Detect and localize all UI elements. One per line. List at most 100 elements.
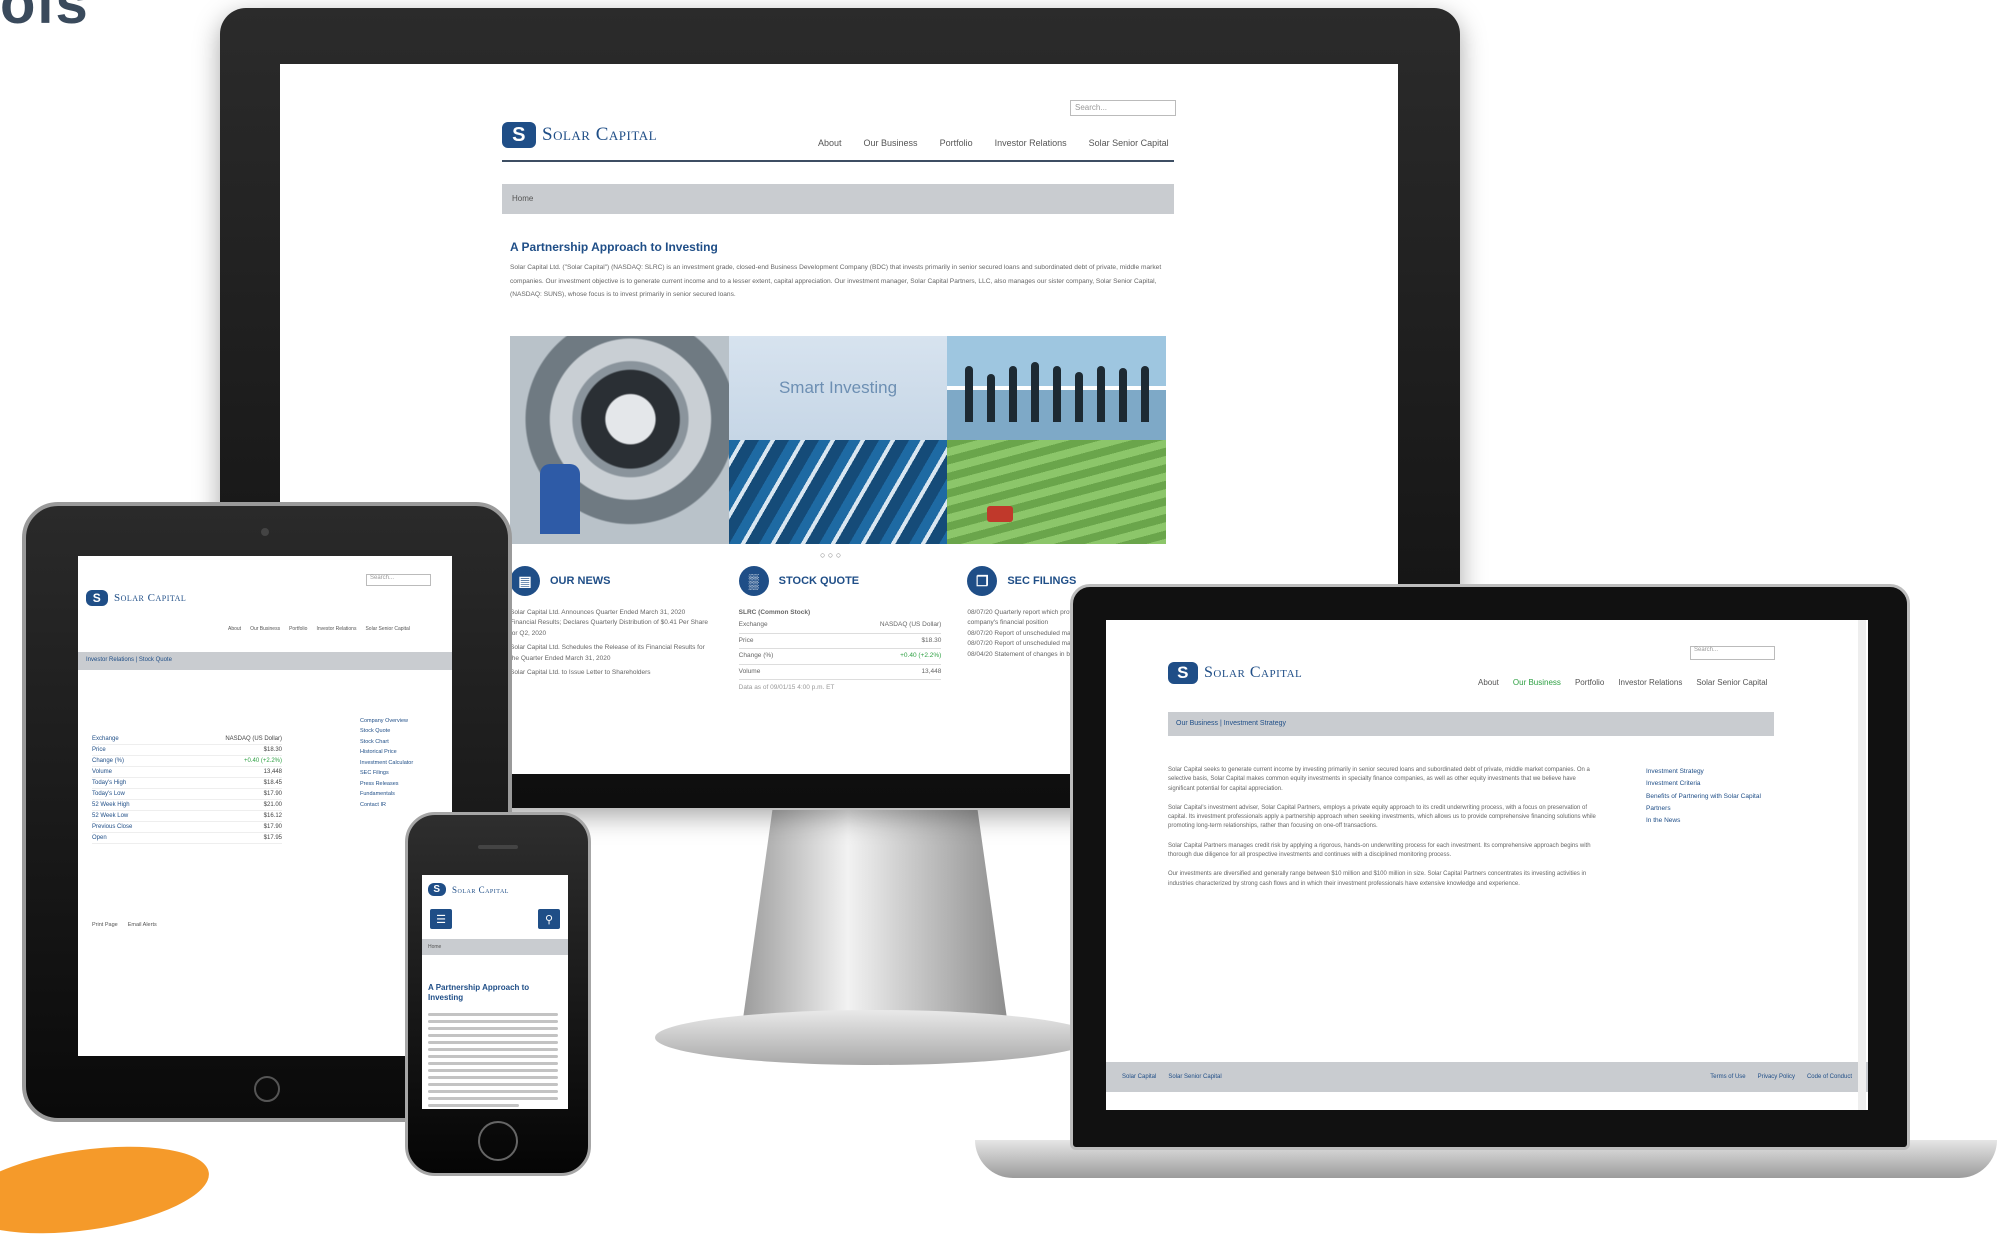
nav-about[interactable]: About	[228, 626, 241, 632]
table-row: Today's Low $17.90	[92, 789, 282, 800]
tablet-search-input[interactable]: Search...	[366, 574, 431, 586]
phone-logo[interactable]: S Solar Capital	[428, 883, 509, 896]
tablet-actions: Print Page Email Alerts	[92, 922, 157, 928]
sec-title: SEC FILINGS	[1007, 575, 1077, 587]
laptop-sidebar: Investment Strategy Investment Criteria …	[1646, 766, 1766, 828]
nav-our-business[interactable]: Our Business	[864, 138, 918, 148]
breadcrumb-home[interactable]: Home	[512, 194, 533, 203]
nav-our-business[interactable]: Our Business	[1513, 678, 1561, 687]
phone-home-button[interactable]	[478, 1121, 518, 1161]
hero-collage: Smart Investing	[510, 336, 1166, 544]
monitor-stand-neck	[740, 810, 1010, 1040]
nav-portfolio[interactable]: Portfolio	[289, 626, 307, 632]
jet-engine-image	[510, 336, 729, 544]
laptop-search-input[interactable]: Search...	[1690, 646, 1775, 660]
phone-screen: S Solar Capital ☰ ⚲ Home A Partnership A…	[422, 875, 568, 1109]
tablet-camera	[261, 528, 269, 536]
laptop-content: Solar Capital seeks to generate current …	[1168, 766, 1598, 889]
nav-investor-relations[interactable]: Investor Relations	[1618, 678, 1682, 687]
footer-link[interactable]: Code of Conduct	[1807, 1074, 1852, 1080]
sidebar-item[interactable]: Contact IR	[360, 800, 444, 810]
phone-breadcrumb: Home	[422, 939, 568, 955]
table-row: Today's High $18.45	[92, 778, 282, 789]
sidebar-item[interactable]: Stock Quote	[360, 726, 444, 736]
chart-icon: ▒	[738, 566, 769, 596]
logo-s-icon: S	[502, 122, 536, 148]
phone-device: S Solar Capital ☰ ⚲ Home A Partnership A…	[405, 812, 591, 1176]
sidebar-item[interactable]: In the News	[1646, 815, 1766, 827]
phone-body-text	[428, 1009, 558, 1109]
main-nav: About Our Business Portfolio Investor Re…	[818, 138, 1169, 148]
news-title: OUR NEWS	[550, 575, 611, 587]
nav-our-business[interactable]: Our Business	[250, 626, 280, 632]
nav-portfolio[interactable]: Portfolio	[1575, 678, 1604, 687]
page-headline: A Partnership Approach to Investing	[510, 240, 718, 254]
tablet-logo[interactable]: S Solar Capital	[86, 590, 186, 606]
laptop-device: Search... S Solar Capital About Our Busi…	[1070, 584, 1910, 1150]
table-row: Price $18.30	[92, 745, 282, 756]
sidebar-item[interactable]: Stock Chart	[360, 737, 444, 747]
nav-about[interactable]: About	[818, 138, 842, 148]
logo-text: Solar Capital	[542, 124, 658, 145]
news-item[interactable]: Solar Capital Ltd. to Issue Letter to Sh…	[510, 668, 713, 678]
smart-investing-tile: Smart Investing	[728, 336, 948, 440]
document-icon: ❐	[967, 566, 998, 596]
newspaper-icon: ▤	[510, 566, 540, 596]
table-row: Exchange NASDAQ (US Dollar)	[92, 734, 282, 745]
footer-link[interactable]: Terms of Use	[1710, 1074, 1745, 1080]
nav-about[interactable]: About	[1478, 678, 1499, 687]
search-icon[interactable]: ⚲	[538, 909, 560, 929]
table-row: Volume 13,448	[92, 767, 282, 778]
email-alerts-link[interactable]: Email Alerts	[128, 922, 157, 928]
search-input[interactable]: Search...	[1070, 100, 1176, 116]
news-item[interactable]: Solar Capital Ltd. Schedules the Release…	[510, 643, 713, 664]
tablet-screen: Search... S Solar Capital About Our Busi…	[78, 556, 452, 1056]
business-people-image	[947, 336, 1166, 440]
scrollbar[interactable]	[1858, 620, 1866, 1110]
sidebar-item[interactable]: Investment Strategy	[1646, 766, 1766, 778]
sidebar-item[interactable]: Investment Criteria	[1646, 778, 1766, 790]
partial-heading-text: ols	[0, 0, 90, 36]
intro-paragraph: Solar Capital Ltd. ("Solar Capital") (NA…	[510, 264, 1162, 299]
laptop-footer: Solar Capital Solar Senior Capital Terms…	[1106, 1062, 1868, 1092]
tablet-home-button[interactable]	[254, 1076, 280, 1102]
nav-solar-senior-capital[interactable]: Solar Senior Capital	[1089, 138, 1169, 148]
tablet-breadcrumb: Investor Relations | Stock Quote	[78, 652, 452, 670]
laptop-nav: About Our Business Portfolio Investor Re…	[1478, 678, 1767, 687]
footer-link[interactable]: Privacy Policy	[1758, 1074, 1795, 1080]
sidebar-item[interactable]: Company Overview	[360, 716, 444, 726]
phone-headline: A Partnership Approach to Investing	[428, 983, 530, 1003]
field-image	[947, 440, 1166, 544]
print-page-link[interactable]: Print Page	[92, 922, 118, 928]
site-logo[interactable]: S Solar Capital	[502, 122, 657, 148]
monitor-stand-base	[655, 1010, 1095, 1065]
nav-investor-relations[interactable]: Investor Relations	[316, 626, 356, 632]
table-row: 52 Week Low $16.12	[92, 811, 282, 822]
laptop-logo[interactable]: S Solar Capital	[1168, 662, 1302, 684]
laptop-screen: Search... S Solar Capital About Our Busi…	[1106, 620, 1868, 1110]
footer-link[interactable]: Solar Senior Capital	[1168, 1074, 1221, 1080]
sidebar-item[interactable]: Benefits of Partnering with Solar Capita…	[1646, 791, 1766, 816]
stock-row: Volume 13,448	[738, 665, 942, 680]
nav-investor-relations[interactable]: Investor Relations	[995, 138, 1067, 148]
tablet-stock-table: Exchange NASDAQ (US Dollar) Price $18.30 C…	[92, 734, 282, 844]
sidebar-item[interactable]: Investment Calculator	[360, 758, 444, 768]
news-item[interactable]: Solar Capital Ltd. Announces Quarter End…	[510, 608, 713, 639]
nav-portfolio[interactable]: Portfolio	[940, 138, 973, 148]
stock-row: Exchange NASDAQ (US Dollar)	[738, 618, 942, 634]
table-row: 52 Week High $21.00	[92, 800, 282, 811]
nav-solar-senior-capital[interactable]: Solar Senior Capital	[1696, 678, 1767, 687]
stock-company: SLRC (Common Stock)	[738, 609, 811, 616]
sidebar-item[interactable]: Fundamentals	[360, 789, 444, 799]
sidebar-item[interactable]: SEC Filings	[360, 768, 444, 778]
nav-solar-senior-capital[interactable]: Solar Senior Capital	[365, 626, 409, 632]
menu-icon[interactable]: ☰	[430, 909, 452, 929]
building-image	[728, 440, 948, 544]
tablet-sidebar: Company Overview Stock Quote Stock Chart…	[360, 716, 444, 810]
content-paragraph: Solar Capital seeks to generate current …	[1168, 767, 1590, 792]
carousel-dots[interactable]: ○ ○ ○	[820, 550, 841, 560]
footer-link[interactable]: Solar Capital	[1122, 1074, 1156, 1080]
sidebar-item[interactable]: Historical Price	[360, 747, 444, 757]
stock-column: ▒ STOCK QUOTE SLRC (Common Stock) Exchan…	[738, 566, 942, 693]
sidebar-item[interactable]: Press Releases	[360, 779, 444, 789]
